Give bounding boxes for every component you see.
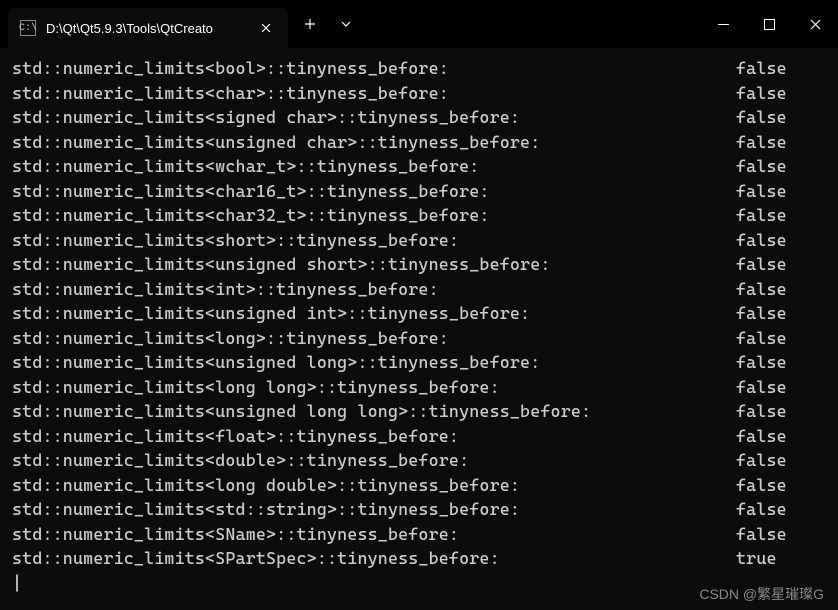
output-value: false (736, 497, 826, 522)
output-label: std::numeric_limits<std::string>::tinyne… (12, 497, 520, 522)
output-label: std::numeric_limits<long>::tinyness_befo… (12, 326, 449, 351)
output-value: false (736, 424, 826, 449)
output-label: std::numeric_limits<unsigned long long>:… (12, 399, 591, 424)
output-value: false (736, 130, 826, 155)
output-line: std::numeric_limits<SPartSpec>::tinyness… (12, 546, 826, 571)
output-line: std::numeric_limits<long double>::tinyne… (12, 473, 826, 498)
output-value: false (736, 399, 826, 424)
output-line: std::numeric_limits<int>::tinyness_befor… (12, 277, 826, 302)
close-window-button[interactable] (792, 4, 838, 44)
output-value: false (736, 81, 826, 106)
output-value: false (736, 301, 826, 326)
output-value: false (736, 154, 826, 179)
output-value: false (736, 448, 826, 473)
output-line: std::numeric_limits<long>::tinyness_befo… (12, 326, 826, 351)
output-label: std::numeric_limits<wchar_t>::tinyness_b… (12, 154, 479, 179)
output-line: std::numeric_limits<std::string>::tinyne… (12, 497, 826, 522)
output-value: false (736, 375, 826, 400)
window-controls (700, 4, 838, 44)
output-value: false (736, 277, 826, 302)
output-line: std::numeric_limits<unsigned int>::tinyn… (12, 301, 826, 326)
output-label: std::numeric_limits<unsigned char>::tiny… (12, 130, 540, 155)
tab-title: D:\Qt\Qt5.9.3\Tools\QtCreato (46, 21, 246, 36)
output-line: std::numeric_limits<unsigned char>::tiny… (12, 130, 826, 155)
output-line: std::numeric_limits<signed char>::tinyne… (12, 105, 826, 130)
output-line: std::numeric_limits<unsigned long>::tiny… (12, 350, 826, 375)
output-line: std::numeric_limits<bool>::tinyness_befo… (12, 56, 826, 81)
output-value: false (736, 203, 826, 228)
output-label: std::numeric_limits<unsigned long>::tiny… (12, 350, 540, 375)
output-value: false (736, 473, 826, 498)
output-line: std::numeric_limits<double>::tinyness_be… (12, 448, 826, 473)
new-tab-button[interactable] (292, 6, 328, 42)
output-line: std::numeric_limits<float>::tinyness_bef… (12, 424, 826, 449)
output-label: std::numeric_limits<SPartSpec>::tinyness… (12, 546, 500, 571)
output-label: std::numeric_limits<bool>::tinyness_befo… (12, 56, 449, 81)
output-line: std::numeric_limits<SName>::tinyness_bef… (12, 522, 826, 547)
terminal-icon: C:\ (20, 20, 36, 36)
output-line: std::numeric_limits<char32_t>::tinyness_… (12, 203, 826, 228)
output-value: false (736, 350, 826, 375)
output-line: std::numeric_limits<unsigned short>::tin… (12, 252, 826, 277)
output-line: std::numeric_limits<char>::tinyness_befo… (12, 81, 826, 106)
output-label: std::numeric_limits<SName>::tinyness_bef… (12, 522, 459, 547)
output-label: std::numeric_limits<signed char>::tinyne… (12, 105, 520, 130)
output-value: false (736, 326, 826, 351)
output-line: std::numeric_limits<short>::tinyness_bef… (12, 228, 826, 253)
output-value: false (736, 179, 826, 204)
output-line: std::numeric_limits<char16_t>::tinyness_… (12, 179, 826, 204)
terminal-output[interactable]: std::numeric_limits<bool>::tinyness_befo… (0, 48, 838, 610)
output-label: std::numeric_limits<double>::tinyness_be… (12, 448, 469, 473)
output-value: false (736, 105, 826, 130)
output-label: std::numeric_limits<char32_t>::tinyness_… (12, 203, 490, 228)
output-value: false (736, 228, 826, 253)
output-label: std::numeric_limits<long double>::tinyne… (12, 473, 520, 498)
output-value: false (736, 56, 826, 81)
output-label: std::numeric_limits<long long>::tinyness… (12, 375, 500, 400)
output-label: std::numeric_limits<float>::tinyness_bef… (12, 424, 459, 449)
maximize-button[interactable] (746, 4, 792, 44)
output-label: std::numeric_limits<unsigned int>::tinyn… (12, 301, 530, 326)
minimize-button[interactable] (700, 4, 746, 44)
output-value: true (736, 546, 826, 571)
output-line: std::numeric_limits<wchar_t>::tinyness_b… (12, 154, 826, 179)
output-label: std::numeric_limits<char16_t>::tinyness_… (12, 179, 490, 204)
output-label: std::numeric_limits<int>::tinyness_befor… (12, 277, 439, 302)
output-value: false (736, 252, 826, 277)
output-value: false (736, 522, 826, 547)
active-tab[interactable]: C:\ D:\Qt\Qt5.9.3\Tools\QtCreato (8, 8, 288, 48)
output-label: std::numeric_limits<char>::tinyness_befo… (12, 81, 449, 106)
titlebar: C:\ D:\Qt\Qt5.9.3\Tools\QtCreato (0, 0, 838, 48)
watermark: CSDN @繁星璀璨G (699, 584, 824, 604)
close-tab-button[interactable] (256, 18, 276, 38)
output-label: std::numeric_limits<short>::tinyness_bef… (12, 228, 459, 253)
tab-dropdown-button[interactable] (328, 6, 364, 42)
output-line: std::numeric_limits<unsigned long long>:… (12, 399, 826, 424)
output-label: std::numeric_limits<unsigned short>::tin… (12, 252, 551, 277)
output-line: std::numeric_limits<long long>::tinyness… (12, 375, 826, 400)
